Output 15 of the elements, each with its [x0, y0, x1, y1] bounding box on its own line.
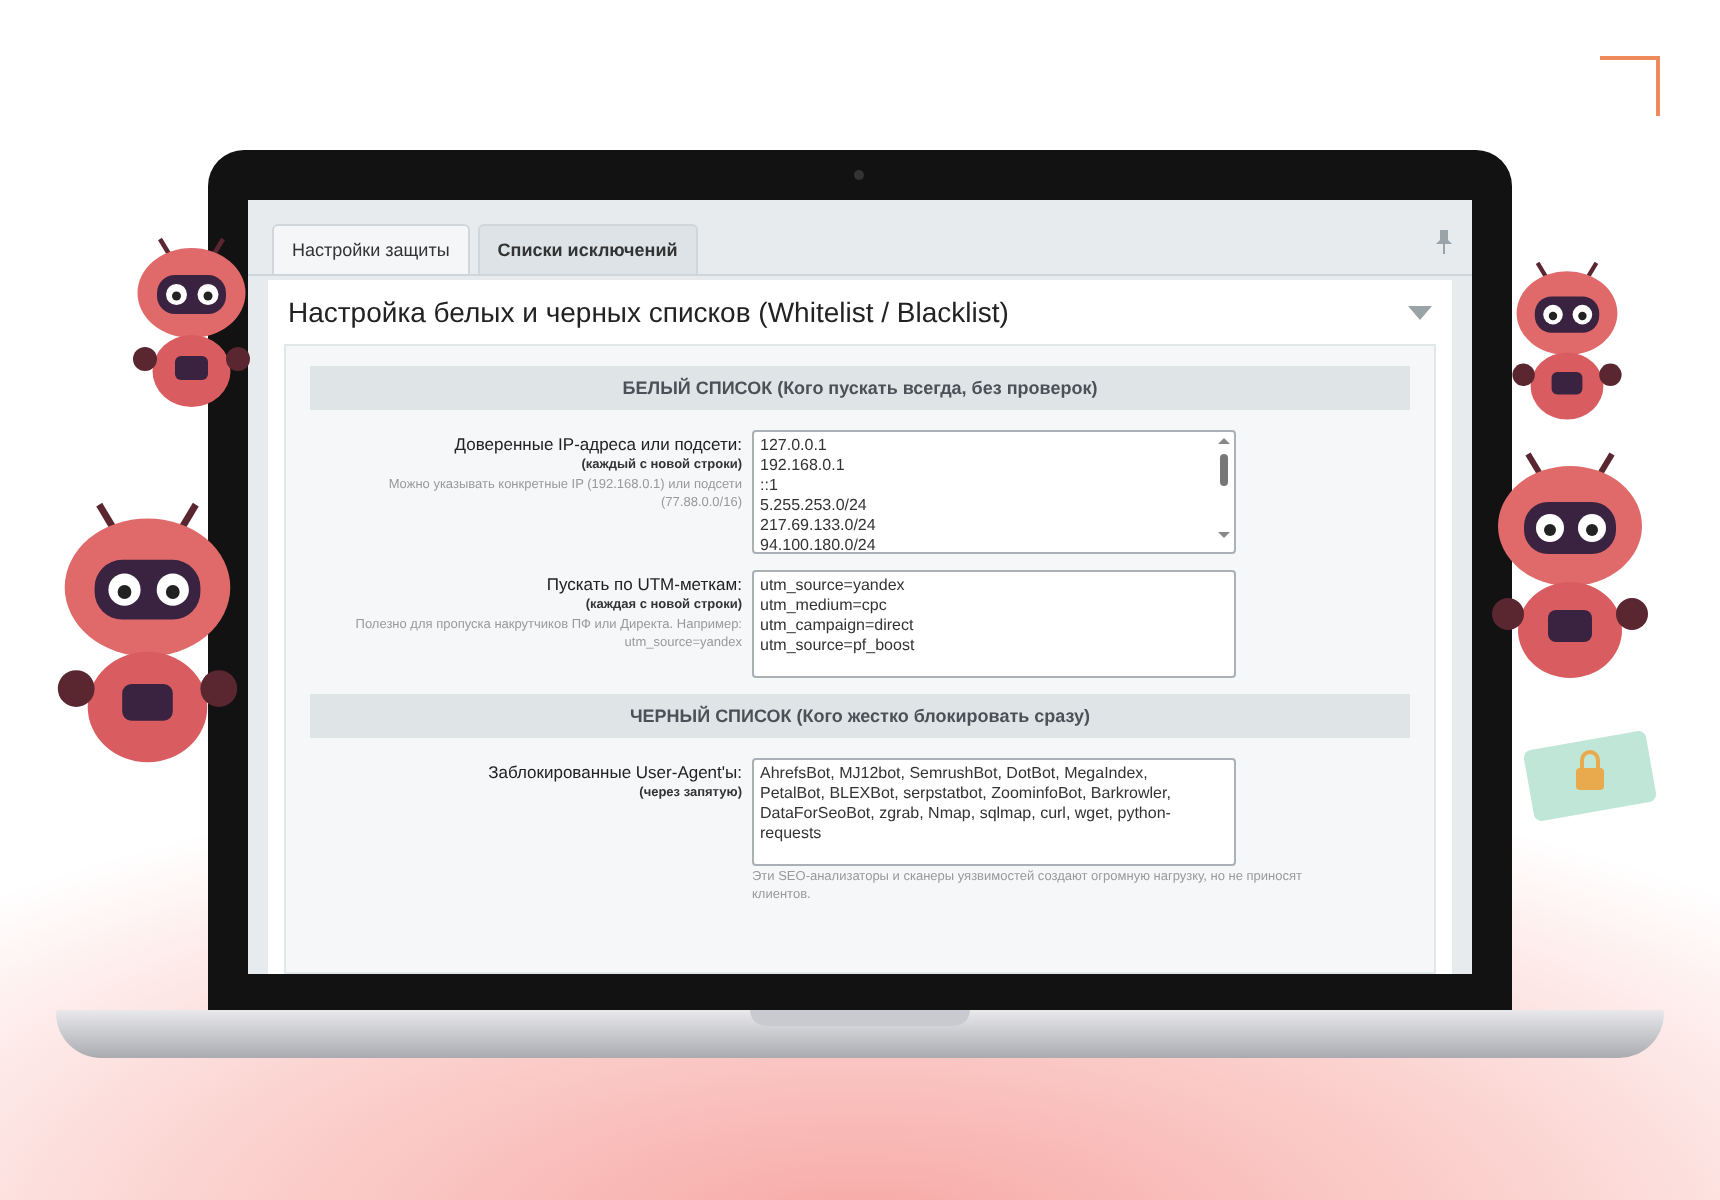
- section-header: ЧЕРНЫЙ СПИСОК (Кого жестко блокировать сразу): [310, 694, 1410, 738]
- field-label: Заблокированные User-Agent'ы:: [488, 762, 742, 782]
- corner-bracket-icon: [1600, 56, 1660, 116]
- tab[interactable]: Настройки защиты: [272, 224, 470, 274]
- pin-icon[interactable]: [1436, 230, 1452, 254]
- tab[interactable]: Списки исключений: [477, 224, 698, 274]
- field-label: Доверенные IP-адреса или подсети:: [454, 434, 742, 454]
- section-header: БЕЛЫЙ СПИСОК (Кого пускать всегда, без проверок): [310, 366, 1410, 410]
- panel-title: Настройка белых и черных списков (Whitelist / Blacklist): [288, 296, 1009, 328]
- text-area-field[interactable]: 127.0.0.1 192.168.0.1 ::1 5.255.253.0/24 217.69.133.0/24 94.100.180.0/24: [752, 430, 1236, 554]
- caret-icon[interactable]: [1408, 305, 1432, 319]
- text-area-field[interactable]: utm_source=yandex utm_medium=cpc utm_campaign=direct utm_source=pf_boost: [752, 570, 1236, 678]
- text-area-field[interactable]: AhrefsBot, MJ12bot, SemrushBot, DotBot, MegaIndex, PetalBot, BLEXBot, serpstatbot, ZoominfoBot, Barkrowler, DataForSeoBot, zgrab, Nmap, sqlmap, curl, wget, python-requests: [752, 758, 1236, 866]
- camera-icon: [854, 170, 864, 180]
- field-label: Пускать по UTM-меткам:: [546, 574, 742, 594]
